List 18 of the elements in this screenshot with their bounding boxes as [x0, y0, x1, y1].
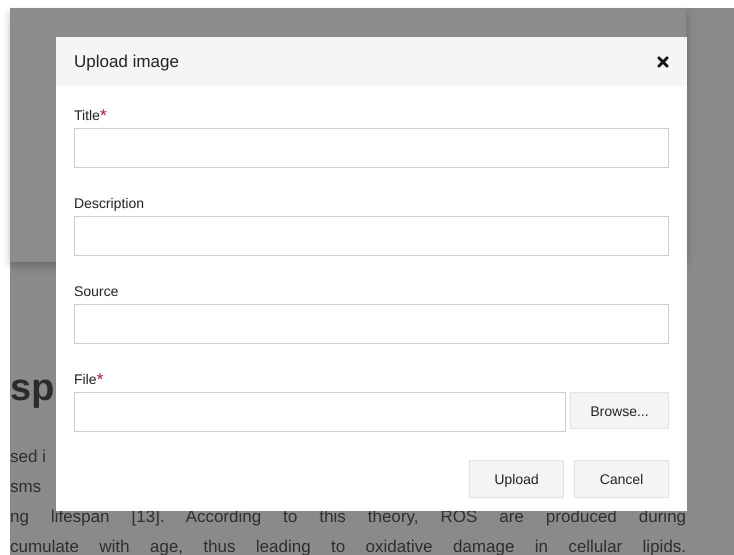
dialog-button[interactable]: Upload: [469, 460, 564, 498]
article-text: sed i: [10, 446, 46, 468]
file-field[interactable]: [74, 392, 566, 432]
dialog-button[interactable]: Cancel: [574, 460, 669, 498]
required-mark: *: [96, 370, 104, 388]
field-label: Title: [74, 106, 100, 124]
article-heading: sp: [10, 366, 54, 410]
input-field[interactable]: [74, 128, 669, 168]
field-label: Source: [74, 282, 118, 300]
field-label: File: [74, 370, 97, 388]
close-icon[interactable]: [657, 56, 669, 68]
dialog-title: Upload image: [74, 52, 179, 72]
input-field[interactable]: [74, 304, 669, 344]
input-field[interactable]: [74, 216, 669, 256]
article-text: sms: [10, 476, 42, 498]
required-mark: *: [100, 106, 107, 124]
browse-button[interactable]: Browse...: [570, 392, 669, 429]
field-label: Description: [74, 194, 144, 212]
